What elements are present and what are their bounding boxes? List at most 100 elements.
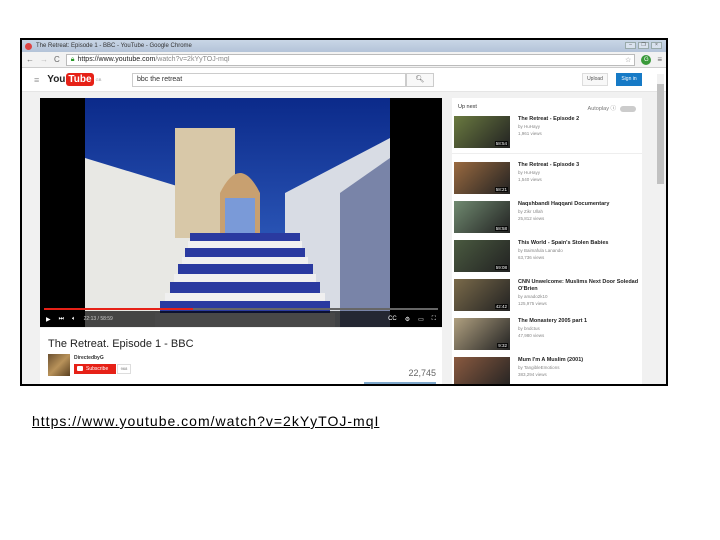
search-input[interactable]: bbc the retreat [132,73,406,87]
settings-icon[interactable]: ⚙ [405,316,410,323]
browser-toolbar: ← → C 🔒︎ https://www.youtube.com/watch?v=… [22,52,666,68]
video-url-link[interactable]: https://www.youtube.com/watch?v=2kYyTOJ-… [32,413,379,429]
extension-icon[interactable]: G [641,54,652,65]
item-views: 383,294 views [518,372,547,377]
screenshot-frame: The Retreat: Episode 1 - BBC - YouTube -… [20,38,668,386]
back-icon[interactable]: ← [26,55,34,64]
title-bar: The Retreat: Episode 1 - BBC - YouTube -… [22,40,666,52]
star-icon[interactable]: ☆ [625,56,631,64]
time-display: 22:13 / 58:59 [83,316,113,322]
address-bar[interactable]: 🔒︎ https://www.youtube.com/watch?v=2kYyTO… [65,53,636,66]
sign-in-button[interactable]: Sign in [616,73,642,86]
item-title[interactable]: The Retreat - Episode 2 [518,116,642,123]
video-thumbnail[interactable] [454,357,510,384]
upload-button[interactable]: Upload [582,73,608,86]
item-views: 63,736 views [518,255,545,260]
item-views: 125,975 views [518,301,547,306]
item-views: 1,540 views [518,177,542,182]
item-title[interactable]: CNN Unwelcome: Muslims Next Door Soledad… [518,279,642,293]
minimize-button[interactable]: – [625,42,636,49]
view-count: 22,745 [408,368,436,378]
url-path: /watch?v=2kYyTOJ-mqI [155,56,230,63]
info-icon[interactable]: ⓘ [610,106,616,112]
logo-tube: Tube [66,73,94,86]
logo-you: You [47,74,66,85]
duration-badge: 58:54 [494,141,508,146]
duration-badge: 59:08 [494,265,508,270]
video-info: The Retreat. Episode 1 - BBC DirectedbyG… [40,328,442,384]
video-title: The Retreat. Episode 1 - BBC [48,338,194,350]
like-bar [364,382,436,384]
progress-bar[interactable] [44,308,438,310]
search-button[interactable]: 🔍︎ [406,73,434,87]
guide-menu-icon[interactable]: ≡ [34,75,39,85]
item-title[interactable]: Mum I'm A Muslim (2001) [518,357,642,364]
up-next-label: Up next [458,104,477,110]
theater-mode-icon[interactable]: ▭ [418,316,424,323]
duration-badge: 42:42 [494,304,508,309]
progress-fill [44,308,193,310]
menu-icon[interactable]: ≡ [657,55,662,64]
close-button[interactable]: × [651,42,662,49]
up-next-item[interactable]: 58:58 Naqshbandi Haqqani Documentary by … [452,201,642,240]
autoplay-label: Autoplay [587,106,609,112]
region-label: GB [95,77,102,82]
item-title[interactable]: This World - Spain's Stolen Babies [518,240,642,247]
up-next-item[interactable]: 58:21 The Retreat - Episode 3 by HuHayy … [452,162,642,201]
forward-icon[interactable]: → [40,55,48,64]
item-channel: by Baimafula Lanando [518,248,563,253]
search-icon: 🔍︎ [415,76,425,83]
up-next-item[interactable]: 42:42 CNN Unwelcome: Muslims Next Door S… [452,279,642,318]
video-player[interactable]: ▶ ⏭︎ 🔈︎ 22:13 / 58:59 CC ⚙ ▭ ⛶ [40,98,442,327]
channel-avatar[interactable] [48,354,70,376]
channel-name[interactable]: DirectedbyG [74,355,104,361]
item-channel: by TangibleEmotions [518,365,560,370]
url-host: https://www.youtube.com [77,56,156,63]
item-channel: by amado2k10 [518,294,548,299]
window-title: The Retreat: Episode 1 - BBC - YouTube -… [36,43,192,49]
video-thumbnail[interactable]: 42:42 [454,279,510,311]
subscriber-count: 968 [117,364,131,374]
volume-icon[interactable]: 🔈︎ [72,316,76,323]
play-icon[interactable]: ▶ [46,316,51,323]
item-channel: by Zikr Ullah [518,209,544,214]
fullscreen-icon[interactable]: ⛶ [432,316,436,323]
up-next-item[interactable]: Mum I'm A Muslim (2001) by TangibleEmoti… [452,357,642,384]
item-title[interactable]: The Monastery 2005 part 1 [518,318,642,325]
video-thumbnail[interactable]: 58:21 [454,162,510,194]
video-frame [85,98,390,327]
item-views: 25,812 views [518,216,545,221]
player-controls: ▶ ⏭︎ 🔈︎ 22:13 / 58:59 CC ⚙ ▭ ⛶ [40,311,442,327]
up-next-item[interactable]: 59:08 This World - Spain's Stolen Babies… [452,240,642,279]
captions-icon[interactable]: CC [388,316,397,322]
lock-icon: 🔒︎ [70,55,75,63]
video-thumbnail[interactable]: 59:08 [454,240,510,272]
next-icon[interactable]: ⏭︎ [59,316,64,323]
item-title[interactable]: The Retreat - Episode 3 [518,162,642,169]
duration-badge: 9:32 [497,343,508,348]
duration-badge: 58:58 [494,226,508,231]
chrome-icon [25,42,32,50]
youtube-logo[interactable]: You Tube GB [47,73,101,86]
youtube-header: ≡ You Tube GB bbc the retreat 🔍︎ Upload Si… [22,68,666,92]
video-thumbnail[interactable]: 58:54 [454,116,510,148]
item-channel: by HuHayy [518,124,541,129]
video-thumbnail[interactable]: 9:32 [454,318,510,350]
scrollbar-thumb[interactable] [657,84,664,184]
item-title[interactable]: Naqshbandi Haqqani Documentary [518,201,642,208]
duration-badge: 58:21 [494,187,508,192]
reload-icon[interactable]: C [54,55,60,64]
up-next-sidebar: Up next Autoplay ⓘ 58:54 The Retreat - Ep… [452,98,642,384]
item-views: 47,980 views [518,333,545,338]
restore-button[interactable]: ❐ [638,42,649,49]
item-channel: by bndctus [518,326,540,331]
autoplay-toggle[interactable] [620,105,636,112]
up-next-item[interactable]: 9:32 The Monastery 2005 part 1 by bndctu… [452,318,642,357]
video-thumbnail[interactable]: 58:58 [454,201,510,233]
item-channel: by HuHayy [518,170,541,175]
scrollbar[interactable] [657,74,664,384]
up-next-item[interactable]: 58:54 The Retreat - Episode 2 by HuHayy … [452,116,642,154]
browser-window: The Retreat: Episode 1 - BBC - YouTube -… [22,40,666,384]
item-views: 1,961 views [518,131,542,136]
subscribe-button[interactable]: Subscribe [74,364,116,374]
